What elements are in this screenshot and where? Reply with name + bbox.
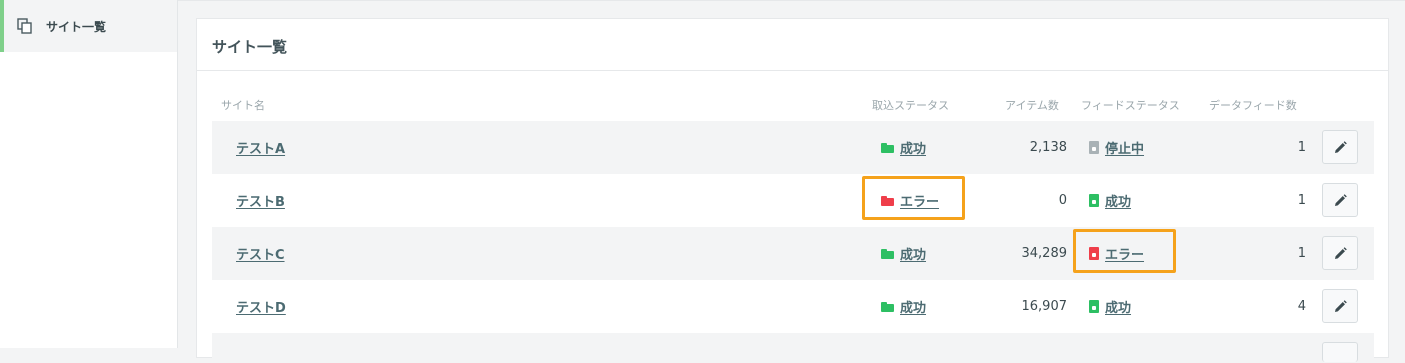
feed-status-link[interactable]: 成功	[1105, 297, 1131, 316]
import-status: 成功	[881, 121, 926, 174]
column-header-site-name: サイト名	[221, 99, 265, 112]
column-header-feed-status: フィードステータス	[1081, 99, 1180, 112]
folder-icon	[881, 248, 894, 259]
table-row: テストB エラー 0 成功 1	[212, 174, 1374, 227]
site-name-link[interactable]: テストC	[236, 244, 285, 263]
copy-icon	[17, 18, 32, 34]
site-name-link[interactable]: テストA	[236, 138, 285, 157]
column-header-import-status: 取込ステータス	[872, 99, 949, 112]
pencil-icon	[1334, 299, 1347, 312]
site-name-link[interactable]: テストB	[236, 191, 285, 210]
import-status: 成功	[881, 227, 926, 280]
column-header-data-feed-count: データフィード数	[1209, 99, 1297, 112]
sidebar-item-site-list[interactable]: サイト一覧	[0, 0, 177, 52]
pencil-icon	[1334, 193, 1347, 206]
page-title: サイト一覧	[197, 19, 1388, 71]
pencil-icon	[1334, 140, 1347, 153]
edit-button[interactable]	[1322, 183, 1358, 217]
top-divider	[178, 0, 1405, 1]
item-count: 16,907	[1021, 299, 1068, 314]
table-row: テストD 成功 16,907 成功 4	[212, 280, 1374, 333]
site-list-card: サイト一覧 サイト名 取込ステータス アイテム数 フィードステータス データフィ…	[196, 18, 1389, 363]
table-row: テストC 成功 34,289 エラー 1	[212, 227, 1374, 280]
feed-status: 成功	[1089, 280, 1131, 333]
sidebar: サイト一覧	[0, 0, 178, 348]
edit-button[interactable]	[1322, 236, 1358, 270]
table-row: テストA 成功 2,138 停止中 1	[212, 121, 1374, 174]
site-name-link[interactable]: テストD	[236, 297, 286, 316]
folder-icon	[881, 301, 894, 312]
item-count: 0	[1058, 193, 1067, 208]
table-header: サイト名 取込ステータス アイテム数 フィードステータス データフィード数	[197, 97, 1388, 113]
item-count: 2,138	[1029, 140, 1067, 155]
data-feed-count: 4	[1297, 299, 1306, 314]
data-feed-count: 1	[1297, 193, 1306, 208]
data-feed-count: 1	[1297, 140, 1306, 155]
import-status: 成功	[881, 280, 926, 333]
feed-status: 成功	[1089, 174, 1131, 227]
file-icon	[1089, 141, 1099, 154]
file-icon	[1089, 194, 1099, 207]
edit-button[interactable]	[1322, 342, 1358, 362]
feed-status-link[interactable]: 停止中	[1105, 138, 1144, 157]
import-status-link[interactable]: 成功	[900, 297, 926, 316]
highlight-feed-error	[1073, 229, 1176, 273]
feed-status: 停止中	[1089, 121, 1144, 174]
item-count: 34,289	[1021, 246, 1068, 261]
data-feed-count: 1	[1297, 246, 1306, 261]
import-status-link[interactable]: 成功	[900, 138, 926, 157]
edit-button[interactable]	[1322, 130, 1358, 164]
edit-button[interactable]	[1322, 289, 1358, 323]
column-header-item-count: アイテム数	[1005, 99, 1059, 112]
file-icon	[1089, 300, 1099, 313]
folder-icon	[881, 142, 894, 153]
import-status-link[interactable]: 成功	[900, 244, 926, 263]
sidebar-item-label: サイト一覧	[46, 19, 107, 34]
table-row	[212, 333, 1374, 363]
highlight-import-error	[862, 176, 965, 220]
pencil-icon	[1334, 246, 1347, 259]
feed-status-link[interactable]: 成功	[1105, 191, 1131, 210]
